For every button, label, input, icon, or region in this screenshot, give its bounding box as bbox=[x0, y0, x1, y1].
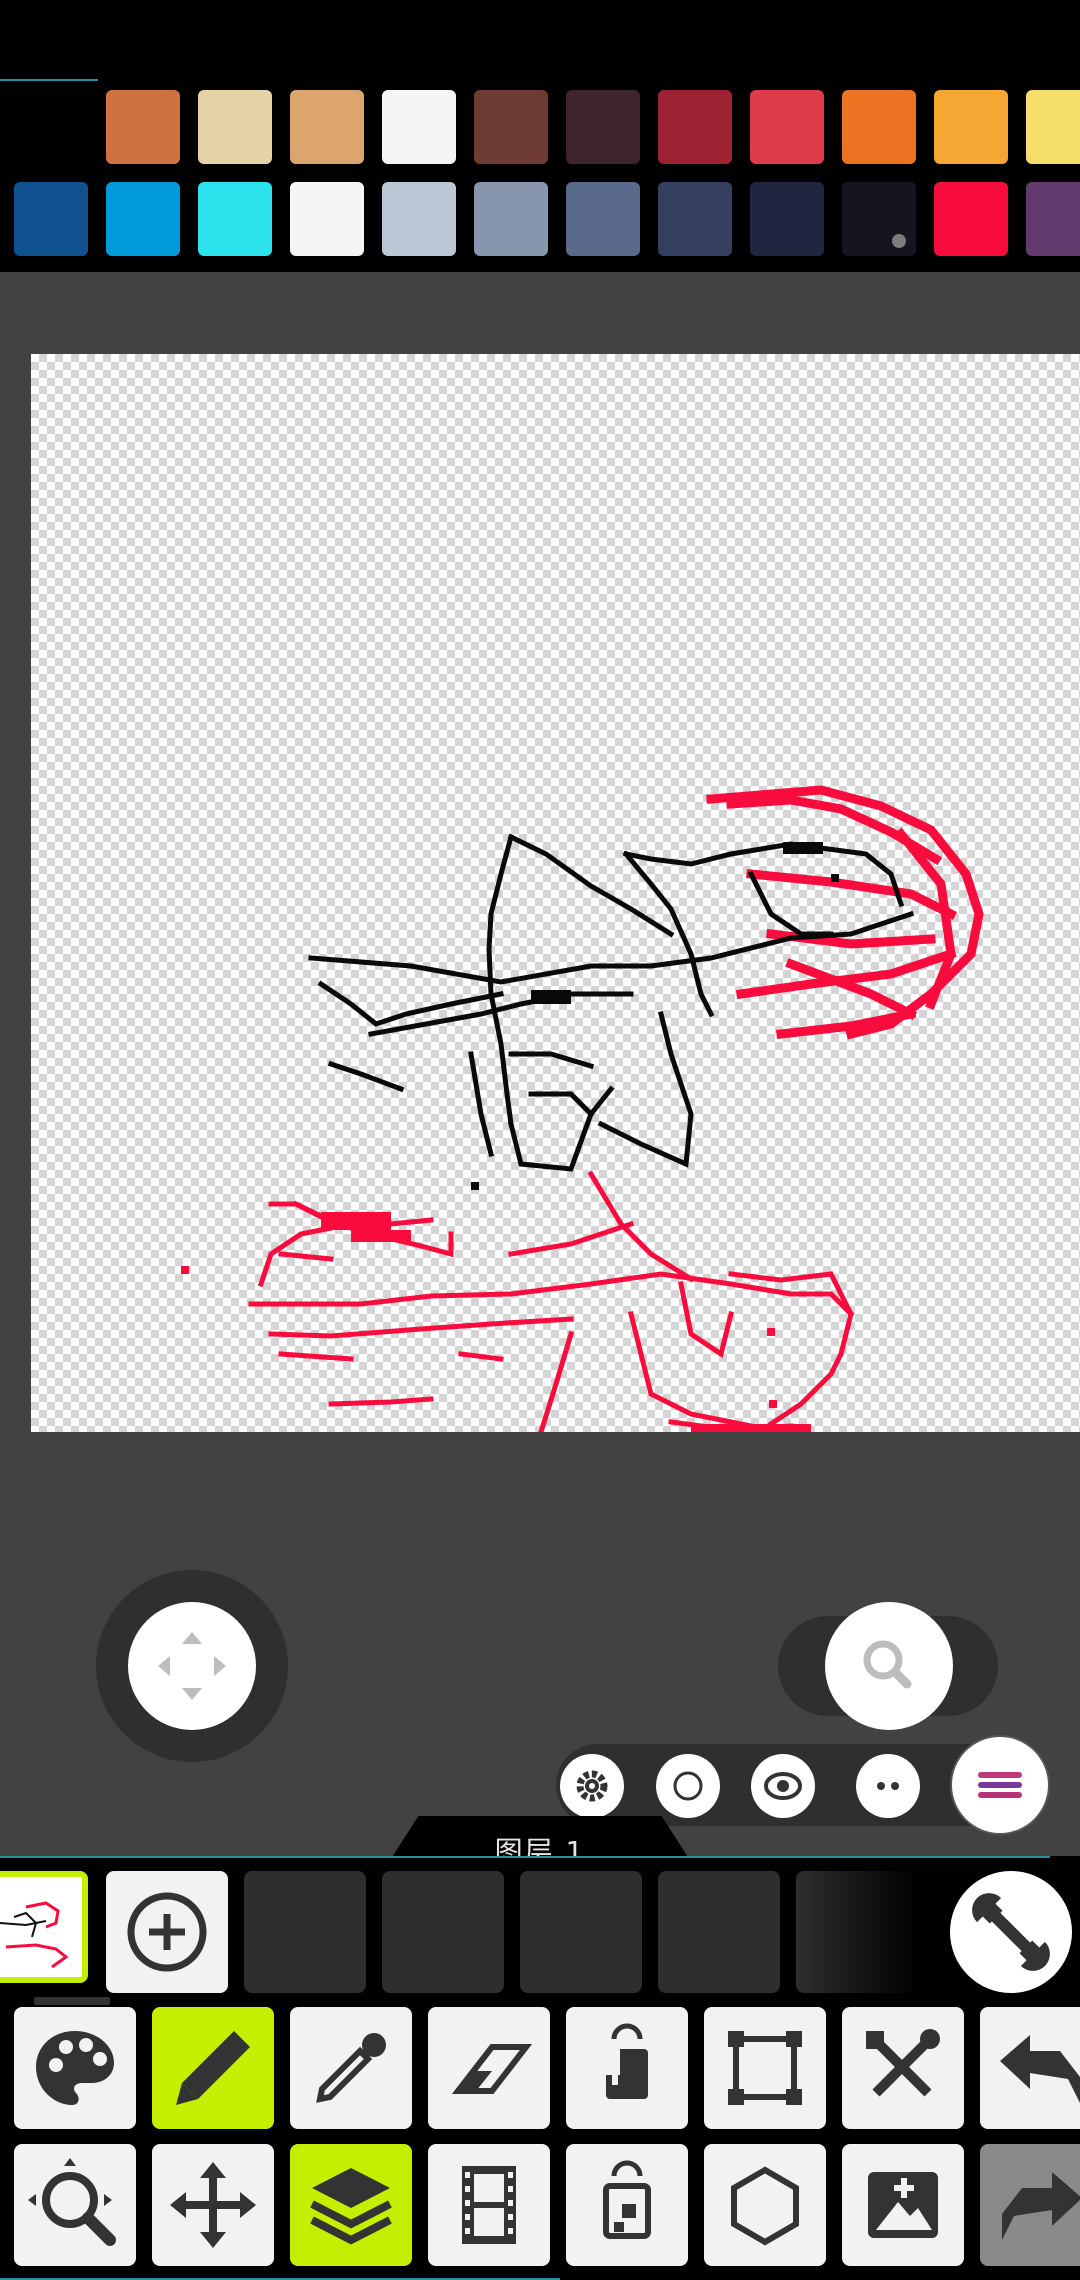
menu-icon bbox=[978, 1772, 1022, 1798]
wrench-icon bbox=[972, 1893, 1050, 1971]
color-swatch[interactable] bbox=[1026, 90, 1080, 164]
add-image-icon bbox=[868, 2172, 938, 2238]
layers-tool[interactable] bbox=[290, 2144, 412, 2266]
circle-icon bbox=[673, 1771, 703, 1801]
animation-tool[interactable] bbox=[428, 2144, 550, 2266]
color-swatch[interactable] bbox=[658, 182, 732, 256]
layer-preview bbox=[0, 1901, 69, 1969]
color-swatch[interactable] bbox=[106, 182, 180, 256]
pencil-tool[interactable] bbox=[152, 2007, 274, 2129]
color-swatch[interactable] bbox=[1026, 182, 1080, 256]
color-swatch[interactable] bbox=[842, 182, 916, 256]
move-pad-knob[interactable] bbox=[128, 1602, 256, 1730]
move-tool[interactable] bbox=[152, 2144, 274, 2266]
canvas-artwork bbox=[181, 785, 984, 1432]
eyedropper-tool[interactable] bbox=[290, 2007, 412, 2129]
zoom-icon bbox=[28, 2158, 116, 2246]
redo-button[interactable] bbox=[980, 2144, 1080, 2266]
move-icon bbox=[170, 2162, 256, 2248]
layer-slot-empty[interactable] bbox=[520, 1871, 642, 1993]
layer-settings-button[interactable] bbox=[950, 1871, 1072, 1993]
color-swatch[interactable] bbox=[14, 90, 88, 164]
layer-thumbnail-1[interactable] bbox=[0, 1871, 88, 1983]
main-menu-button[interactable] bbox=[952, 1737, 1048, 1833]
color-swatch[interactable] bbox=[566, 90, 640, 164]
redo-icon bbox=[1002, 2172, 1080, 2240]
black-figure-strokes bbox=[308, 833, 915, 1172]
gear-icon bbox=[576, 1770, 608, 1802]
color-swatch[interactable] bbox=[750, 182, 824, 256]
color-swatch[interactable] bbox=[842, 90, 916, 164]
hexagon-icon bbox=[731, 2166, 799, 2246]
palette-icon bbox=[36, 2031, 114, 2105]
tools-icon bbox=[866, 2029, 940, 2097]
drawing-canvas[interactable] bbox=[31, 354, 1080, 1432]
add-layer-button[interactable] bbox=[106, 1871, 228, 1993]
color-swatch[interactable] bbox=[14, 182, 88, 256]
tools-menu[interactable] bbox=[842, 2007, 964, 2129]
red-hair-strokes bbox=[706, 785, 984, 1040]
black-thick-marks bbox=[471, 842, 839, 1190]
layer-slot-empty[interactable] bbox=[382, 1871, 504, 1993]
layers-icon bbox=[310, 2168, 392, 2245]
more-options-button[interactable] bbox=[856, 1754, 920, 1818]
plus-circle-icon bbox=[127, 1892, 207, 1972]
zoom-button[interactable] bbox=[825, 1602, 953, 1730]
color-swatch[interactable] bbox=[382, 182, 456, 256]
film-icon bbox=[462, 2166, 516, 2244]
select-rect-icon bbox=[728, 2031, 802, 2105]
bottom-accent-line bbox=[0, 1856, 1050, 1858]
bucket-icon bbox=[606, 2023, 648, 2099]
palette-accent-line bbox=[0, 79, 98, 81]
color-swatch[interactable] bbox=[566, 182, 640, 256]
brush-shape-button[interactable] bbox=[656, 1754, 720, 1818]
dots-icon bbox=[877, 1782, 899, 1790]
magnifier-icon bbox=[863, 1640, 912, 1689]
pattern-fill-tool[interactable] bbox=[566, 2144, 688, 2266]
eraser-icon bbox=[451, 2044, 533, 2094]
pencil-icon bbox=[176, 2031, 250, 2105]
add-image-tool[interactable] bbox=[842, 2144, 964, 2266]
color-swatch[interactable] bbox=[934, 182, 1008, 256]
eyedropper-icon bbox=[316, 2033, 386, 2103]
color-swatch[interactable] bbox=[106, 90, 180, 164]
color-swatch[interactable] bbox=[474, 90, 548, 164]
visibility-button[interactable] bbox=[751, 1754, 815, 1818]
color-swatch[interactable] bbox=[290, 90, 364, 164]
bottom-toolbar bbox=[0, 1856, 1080, 2280]
eye-icon bbox=[764, 1772, 802, 1800]
bucket-pattern-icon bbox=[603, 2160, 651, 2239]
color-swatch[interactable] bbox=[198, 90, 272, 164]
zoom-tool[interactable] bbox=[14, 2144, 136, 2266]
color-swatch[interactable] bbox=[198, 182, 272, 256]
color-swatch[interactable] bbox=[934, 90, 1008, 164]
shape-tool[interactable] bbox=[704, 2144, 826, 2266]
color-palette bbox=[0, 0, 1080, 272]
color-swatch[interactable] bbox=[474, 182, 548, 256]
move-pad[interactable] bbox=[96, 1570, 288, 1762]
layer-slot-empty[interactable] bbox=[244, 1871, 366, 1993]
undo-button[interactable] bbox=[980, 2007, 1080, 2129]
layer-slot-empty[interactable] bbox=[796, 1871, 918, 1993]
fill-tool[interactable] bbox=[566, 2007, 688, 2129]
eraser-tool[interactable] bbox=[428, 2007, 550, 2129]
color-swatch[interactable] bbox=[750, 90, 824, 164]
palette-tool[interactable] bbox=[14, 1997, 136, 2129]
settings-button[interactable] bbox=[560, 1754, 624, 1818]
color-swatch[interactable] bbox=[290, 182, 364, 256]
undo-icon bbox=[1000, 2035, 1080, 2103]
color-swatch[interactable] bbox=[658, 90, 732, 164]
layer-slot-empty[interactable] bbox=[658, 1871, 780, 1993]
color-swatch[interactable] bbox=[382, 90, 456, 164]
select-rect-tool[interactable] bbox=[704, 2007, 826, 2129]
four-arrows-icon bbox=[158, 1632, 226, 1700]
tool-marker bbox=[34, 1997, 110, 2005]
